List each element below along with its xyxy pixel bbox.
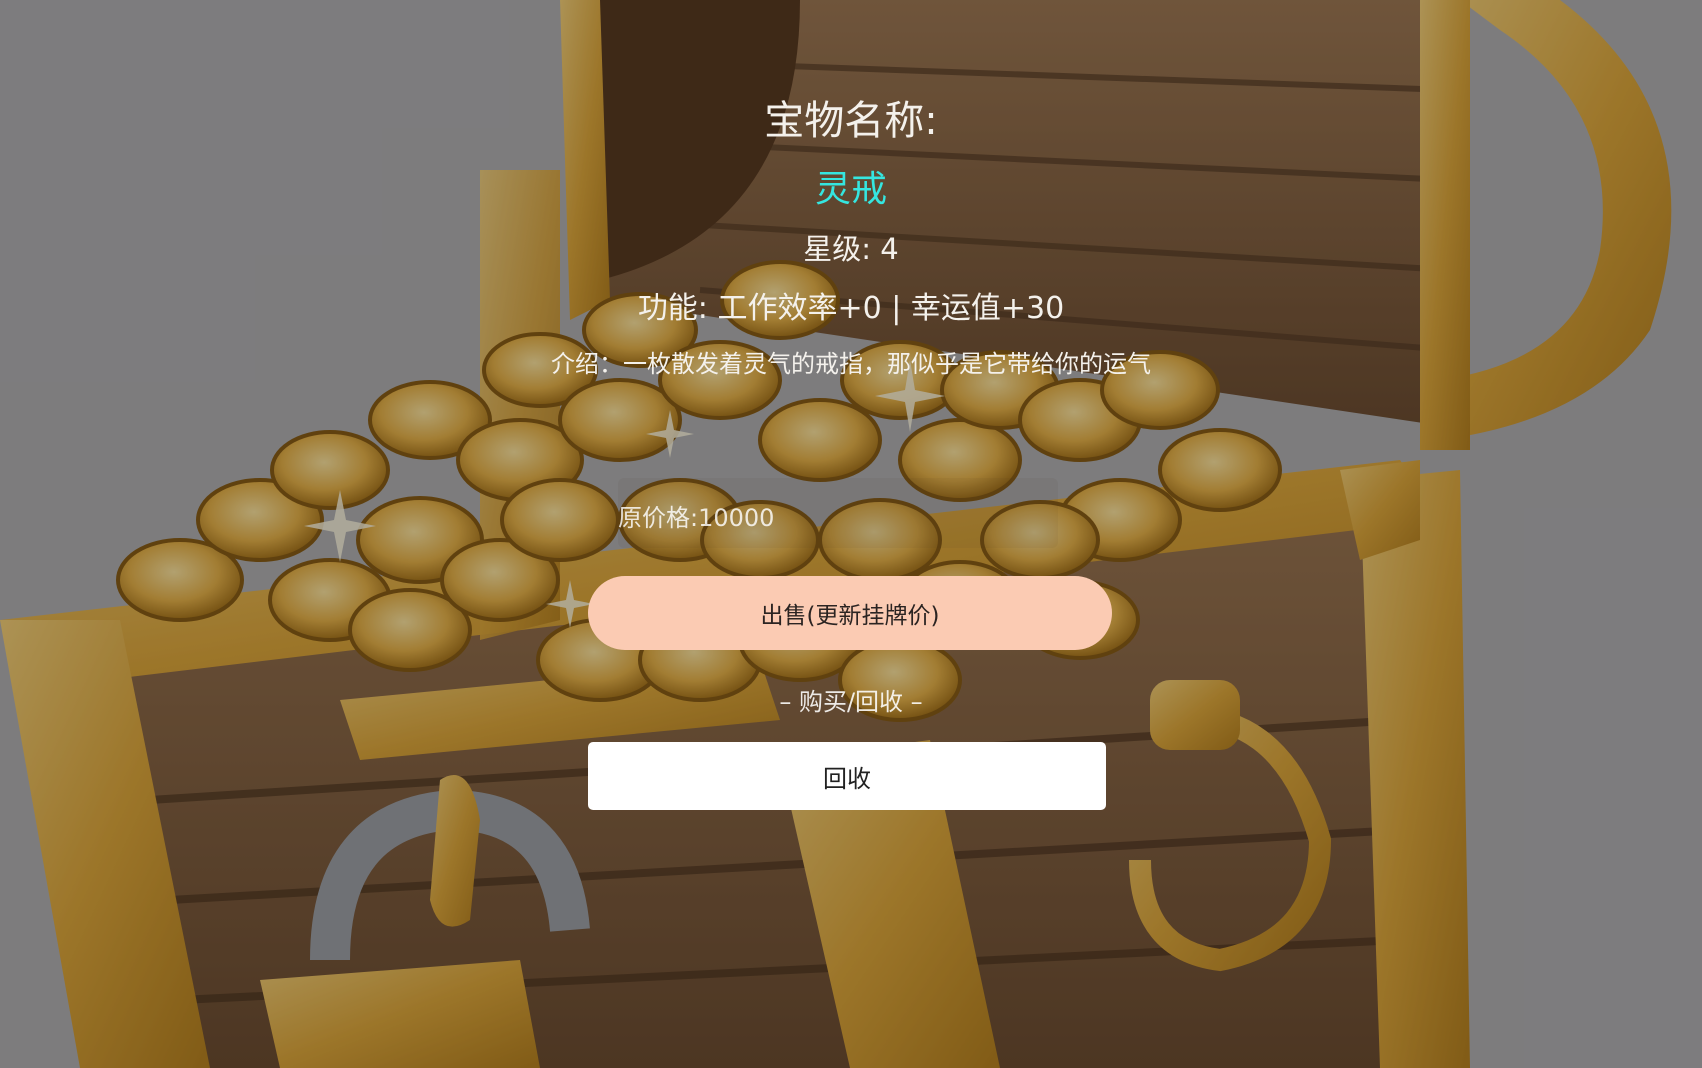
treasure-functions: 功能: 工作效率+0 | 幸运值+30 xyxy=(637,291,1065,326)
treasure-name: 灵戒 xyxy=(814,169,887,210)
treasure-detail-screen: 宝物名称: 灵戒 星级: 4 功能: 工作效率+0 | 幸运值+30 介绍：一枚… xyxy=(0,0,1702,1068)
sell-button[interactable]: 出售(更新挂牌价) xyxy=(588,576,1112,650)
buy-recycle-divider: – 购买/回收 – xyxy=(779,688,923,716)
treasure-intro: 介绍：一枚散发着灵气的戒指，那似乎是它带给你的运气 xyxy=(551,350,1151,378)
treasure-title-label: 宝物名称: xyxy=(764,98,938,144)
recycle-button[interactable]: 回收 xyxy=(588,742,1106,810)
price-input-placeholder: 原价格:10000 xyxy=(618,504,775,532)
treasure-star-level: 星级: 4 xyxy=(803,232,899,266)
